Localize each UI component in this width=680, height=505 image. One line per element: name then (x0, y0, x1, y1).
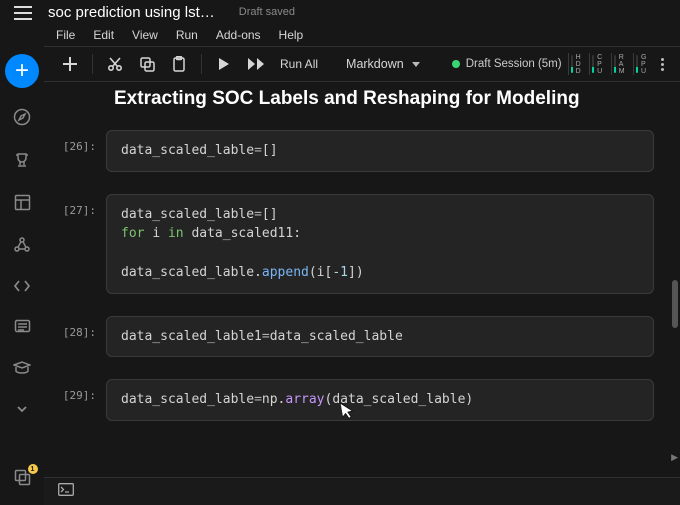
trophy-icon[interactable] (13, 151, 31, 174)
resource-cpu[interactable]: C P U (589, 53, 605, 75)
cell-prompt: [28]: (50, 316, 106, 339)
scroll-arrow-icon[interactable]: ▶ (671, 452, 678, 463)
menu-view[interactable]: View (132, 28, 158, 42)
copy-button[interactable] (133, 50, 161, 78)
add-cell-button[interactable] (56, 50, 84, 78)
models-icon[interactable] (13, 236, 31, 259)
events-badge: 1 (28, 464, 38, 474)
cell-prompt: [27]: (50, 194, 106, 217)
more-options-button[interactable] (655, 58, 670, 71)
menu-addons[interactable]: Add-ons (216, 28, 261, 42)
code-cell[interactable]: data_scaled_lable=np.array(data_scaled_l… (106, 379, 654, 421)
session-label: Draft Session (5m) (466, 58, 562, 70)
session-status[interactable]: Draft Session (5m) (452, 58, 562, 70)
code-cell-row: [26]:data_scaled_lable=[] (50, 130, 672, 172)
courses-icon[interactable] (13, 360, 31, 381)
code-cell-row: [28]:data_scaled_lable1=data_scaled_labl… (50, 316, 672, 358)
table-icon[interactable] (14, 194, 31, 216)
paste-button[interactable] (165, 50, 193, 78)
notebook-area[interactable]: Extracting SOC Labels and Reshaping for … (44, 82, 680, 477)
menu-help[interactable]: Help (279, 28, 304, 42)
more-icon[interactable] (15, 401, 29, 419)
markdown-heading: Extracting SOC Labels and Reshaping for … (114, 88, 672, 110)
hamburger-menu-icon[interactable] (14, 6, 32, 20)
menu-file[interactable]: File (56, 28, 75, 42)
document-title[interactable]: soc prediction using lst… (48, 4, 215, 21)
menu-run[interactable]: Run (176, 28, 198, 42)
scrollbar-thumb[interactable] (672, 280, 678, 328)
chevron-down-icon (412, 62, 420, 67)
code-cell[interactable]: data_scaled_lable1=data_scaled_lable (106, 316, 654, 358)
add-button[interactable]: + (5, 54, 39, 88)
cell-type-label: Markdown (346, 57, 404, 71)
fast-forward-button[interactable] (242, 50, 270, 78)
resource-gpu[interactable]: G P U (633, 53, 649, 75)
compass-icon[interactable] (13, 108, 31, 131)
console-icon[interactable] (58, 483, 74, 501)
cell-prompt: [26]: (50, 130, 106, 153)
cell-type-dropdown[interactable]: Markdown (346, 57, 420, 71)
run-all-button[interactable]: Run All (274, 57, 324, 71)
code-icon[interactable] (13, 279, 31, 298)
active-events-icon[interactable] (14, 469, 31, 491)
cut-button[interactable] (101, 50, 129, 78)
code-cell-row: [27]:data_scaled_lable=[]for i in data_s… (50, 194, 672, 294)
discussions-icon[interactable] (14, 318, 31, 340)
code-cell[interactable]: data_scaled_lable=[]for i in data_scaled… (106, 194, 654, 294)
save-status: Draft saved (239, 6, 295, 18)
code-cell[interactable]: data_scaled_lable=[] (106, 130, 654, 172)
menu-edit[interactable]: Edit (93, 28, 114, 42)
cell-prompt: [29]: (50, 379, 106, 402)
code-cell-row: [29]:data_scaled_lable=np.array(data_sca… (50, 379, 672, 421)
resource-ram[interactable]: R A M (611, 53, 627, 75)
run-cell-button[interactable] (210, 50, 238, 78)
status-dot-icon (452, 60, 460, 68)
resource-hdd[interactable]: H D D (568, 53, 584, 75)
